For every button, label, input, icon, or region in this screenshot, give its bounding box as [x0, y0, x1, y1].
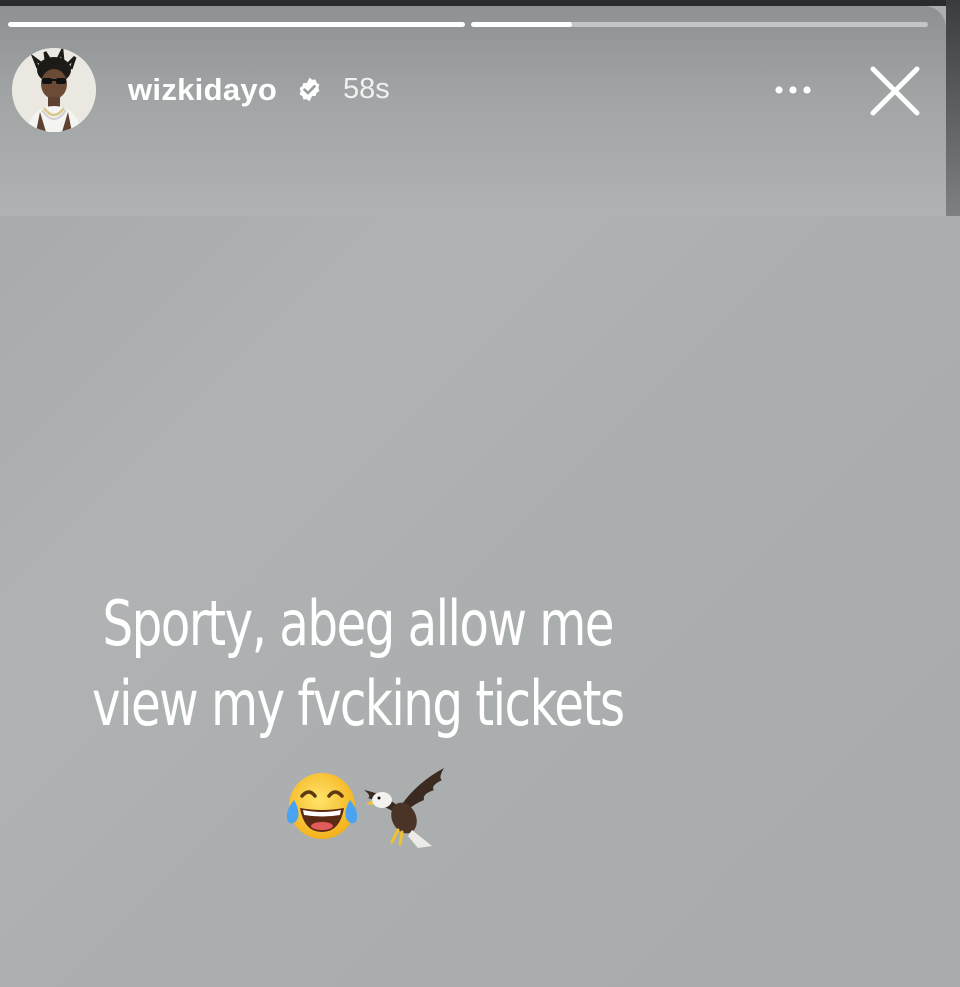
progress-segment: [8, 22, 465, 27]
more-horizontal-icon: [775, 86, 811, 94]
caption-line-1: Sporty, abeg allow me: [102, 587, 615, 660]
verified-badge-icon: [296, 76, 323, 103]
progress-fill: [8, 22, 465, 27]
avatar-image: [12, 48, 96, 132]
story-viewer[interactable]: wizkidayo 58s Sporty, abeg allow me view…: [0, 0, 960, 987]
progress-fill: [471, 22, 572, 27]
caption-line-2: view my fvcking tickets: [92, 667, 625, 740]
close-icon: [870, 66, 920, 116]
username[interactable]: wizkidayo: [128, 72, 277, 108]
face-with-tears-of-joy-icon: [282, 770, 362, 842]
story-header-panel: [0, 6, 946, 216]
progress-segment: [471, 22, 928, 27]
story-timestamp: 58s: [343, 73, 390, 105]
more-options-button[interactable]: [770, 74, 816, 106]
avatar[interactable]: [12, 48, 96, 132]
close-button[interactable]: [862, 58, 928, 124]
eagle-icon: [358, 764, 450, 850]
story-caption: Sporty, abeg allow me view my fvcking ti…: [79, 584, 637, 744]
next-story-edge: [946, 0, 960, 216]
story-progress-bars: [8, 22, 928, 27]
